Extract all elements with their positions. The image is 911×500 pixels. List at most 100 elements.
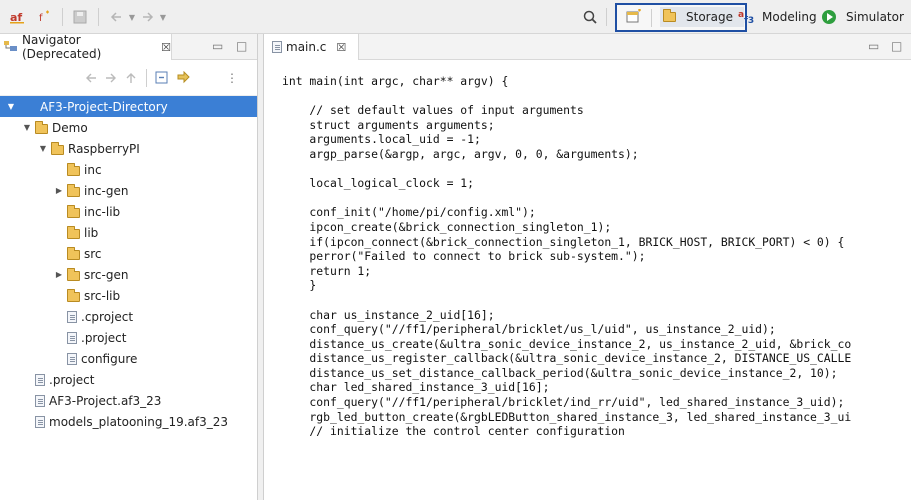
- tree-item[interactable]: ▶ src-gen: [0, 264, 257, 285]
- tree-item[interactable]: models_platooning_19.af3_23: [0, 411, 257, 432]
- tab-main-c[interactable]: main.c ☒: [264, 34, 359, 60]
- file-icon: [35, 415, 45, 428]
- open-perspective-button[interactable]: [626, 7, 642, 27]
- tree-item[interactable]: ▼ AF3-Project-Directory: [0, 96, 257, 117]
- file-icon: [67, 352, 77, 365]
- simulator-perspective-button[interactable]: Simulator: [822, 7, 904, 27]
- code-line: rgb_led_button_create(&rgbLEDButton_shar…: [282, 409, 852, 424]
- code-line: arguments.local_uid = -1;: [282, 132, 481, 147]
- folder-icon: [67, 289, 80, 302]
- forward-dropdown-icon[interactable]: ▼: [158, 7, 168, 27]
- code-line: perror("Failed to connect to brick sub-s…: [282, 249, 646, 264]
- back-icon[interactable]: [108, 7, 124, 27]
- folder-icon: [663, 9, 676, 22]
- tree-item[interactable]: ▶ inc-gen: [0, 180, 257, 201]
- toolbar-separator: [606, 8, 607, 26]
- new-element-icon[interactable]: f: [36, 7, 52, 27]
- folder-icon: [67, 226, 80, 239]
- toolbar-separator: [146, 69, 147, 87]
- close-icon[interactable]: ☒: [161, 41, 171, 54]
- save-icon[interactable]: [72, 7, 88, 27]
- tree-item[interactable]: configure: [0, 348, 257, 369]
- expand-toggle-icon[interactable]: ▼: [38, 144, 48, 153]
- code-editor[interactable]: int main(int argc, char** argv) { // set…: [282, 74, 911, 500]
- code-line: int main(int argc, char** argv) {: [282, 74, 509, 88]
- folder-icon: [51, 142, 64, 155]
- search-icon[interactable]: [582, 7, 598, 27]
- af3-modeling-icon: a f3: [738, 8, 754, 27]
- storage-label: Storage: [686, 10, 733, 24]
- tree-item[interactable]: .cproject: [0, 306, 257, 327]
- modeling-perspective-button[interactable]: a f3 Modeling: [738, 7, 817, 27]
- collapse-toggle-icon[interactable]: ▶: [54, 186, 64, 195]
- maximize-icon[interactable]: □: [236, 39, 247, 53]
- code-line: conf_init("/home/pi/config.xml");: [282, 205, 536, 220]
- navigator-tree: ▼ AF3-Project-Directory ▼ Demo ▼ RaspberryPI i…: [0, 96, 257, 432]
- main-toolbar: af f ▼ ▼ Storage a f3 Modeling Simulator: [0, 0, 911, 34]
- tree-item-label: Demo: [52, 120, 88, 135]
- tree-item[interactable]: src: [0, 243, 257, 264]
- forward-icon[interactable]: [104, 68, 118, 88]
- editor-tabbar: main.c ☒ ▭ □: [264, 34, 911, 60]
- folder-icon: [35, 121, 48, 134]
- back-dropdown-icon[interactable]: ▼: [127, 7, 137, 27]
- toolbar-separator: [651, 9, 652, 27]
- expand-toggle-icon[interactable]: ▼: [22, 123, 32, 132]
- tree-item[interactable]: ▼ RaspberryPI: [0, 138, 257, 159]
- folder-icon: [67, 268, 80, 281]
- navigator-panel: Navigator (Deprecated) ☒ ▭ □ ⋮ ▼ AF3-Proj…: [0, 33, 258, 500]
- modeling-label: Modeling: [762, 10, 817, 24]
- code-line: argp_parse(&argp, argc, argv, 0, 0, &arg…: [282, 146, 639, 161]
- folder-icon: [67, 205, 80, 218]
- code-line: return 1;: [282, 263, 372, 278]
- editor-panel: main.c ☒ ▭ □ int main(int argc, char** a…: [263, 34, 911, 500]
- navigator-icon: [4, 40, 18, 55]
- tree-item[interactable]: lib: [0, 222, 257, 243]
- toolbar-separator: [98, 8, 99, 26]
- folder-icon: [67, 163, 80, 176]
- link-with-editor-icon[interactable]: [176, 68, 192, 88]
- file-icon: [35, 373, 45, 386]
- file-icon: [67, 310, 77, 323]
- view-menu-icon[interactable]: ⋮: [226, 68, 238, 88]
- code-line: struct arguments arguments;: [282, 117, 495, 132]
- tree-item[interactable]: .project: [0, 369, 257, 390]
- tab-navigator[interactable]: Navigator (Deprecated) ☒: [0, 33, 172, 61]
- tree-item[interactable]: .project: [0, 327, 257, 348]
- tree-item-label: configure: [81, 351, 138, 366]
- tree-item[interactable]: AF3-Project.af3_23: [0, 390, 257, 411]
- minimize-icon[interactable]: ▭: [868, 39, 879, 53]
- code-line: distance_us_create(&ultra_sonic_device_i…: [282, 336, 852, 351]
- folder-icon: [67, 184, 80, 197]
- tree-item[interactable]: inc-lib: [0, 201, 257, 222]
- tree-item[interactable]: ▼ Demo: [0, 117, 257, 138]
- collapse-all-icon[interactable]: [155, 68, 169, 88]
- code-line: distance_us_set_distance_callback_period…: [282, 365, 838, 380]
- code-line: char us_instance_2_uid[16];: [282, 307, 495, 322]
- minimize-icon[interactable]: ▭: [212, 39, 223, 53]
- maximize-icon[interactable]: □: [891, 39, 902, 53]
- tree-item[interactable]: inc: [0, 159, 257, 180]
- storage-perspective-button[interactable]: Storage: [660, 7, 744, 27]
- back-icon[interactable]: [84, 68, 98, 88]
- expand-toggle-icon[interactable]: ▼: [6, 102, 16, 111]
- tree-item-label: AF3-Project.af3_23: [49, 393, 162, 408]
- open-perspective-icon: [626, 8, 642, 26]
- navigator-tabbar: Navigator (Deprecated) ☒ ▭ □: [0, 33, 257, 61]
- forward-icon[interactable]: [140, 7, 156, 27]
- code-line: char led_shared_instance_3_uid[16];: [282, 380, 550, 395]
- collapse-toggle-icon[interactable]: ▶: [54, 270, 64, 279]
- folder-icon: [67, 247, 80, 260]
- up-icon[interactable]: [124, 68, 138, 88]
- toolbar-separator: [62, 8, 63, 26]
- tree-item[interactable]: src-lib: [0, 285, 257, 306]
- editor-tab-label: main.c: [286, 40, 327, 54]
- close-icon[interactable]: ☒: [336, 41, 346, 54]
- code-line: conf_query("//ff1/peripheral/bricklet/us…: [282, 322, 776, 337]
- af3-logo-icon[interactable]: af: [10, 7, 26, 27]
- code-line: // initialize the control center configu…: [282, 424, 625, 439]
